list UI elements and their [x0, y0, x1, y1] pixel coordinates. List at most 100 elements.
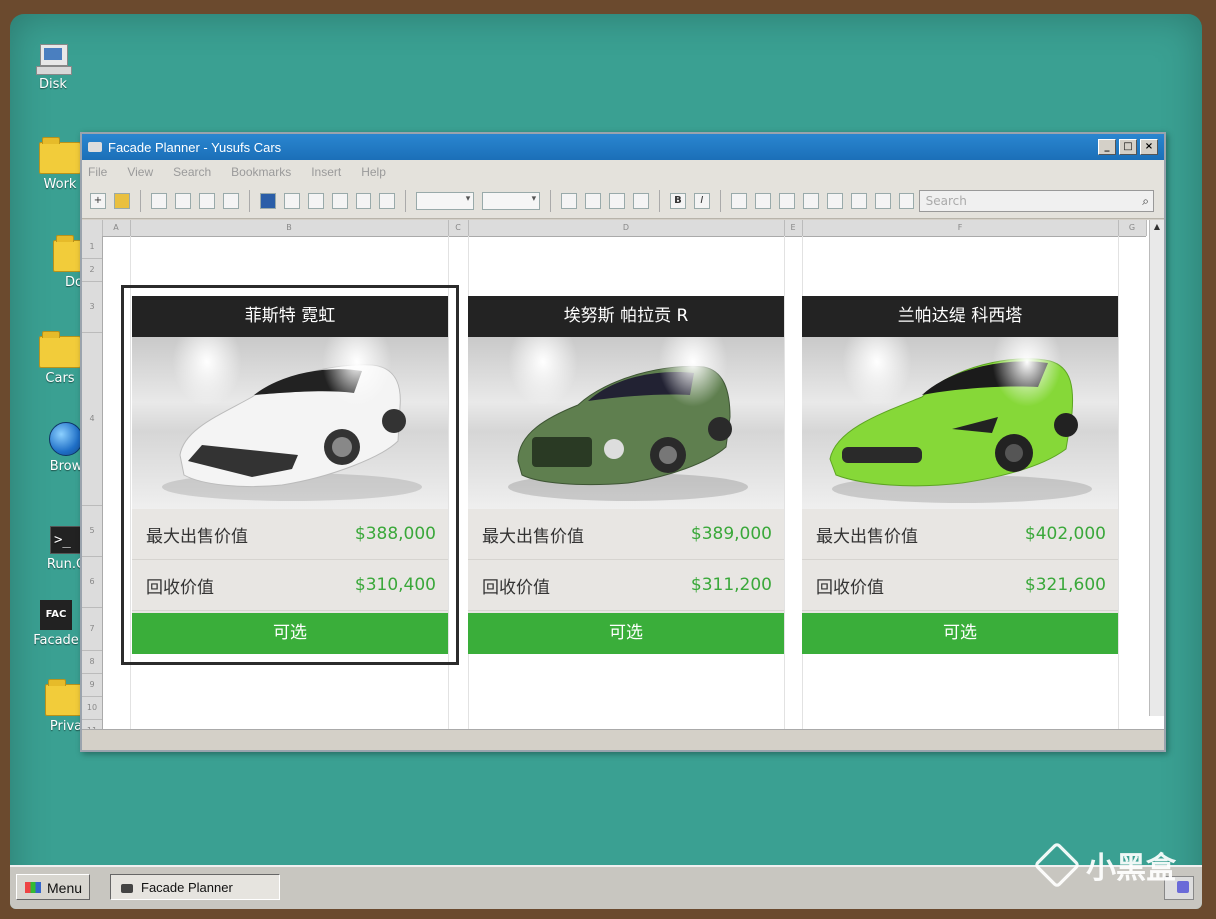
align-right-icon[interactable] [778, 193, 795, 209]
corner-cell [82, 220, 103, 236]
row-header[interactable]: 2 [82, 259, 102, 282]
image-icon[interactable] [198, 193, 215, 209]
row-header[interactable]: 6 [82, 557, 102, 608]
row-header[interactable]: 10 [82, 697, 102, 720]
menu-insert[interactable]: Insert [311, 165, 341, 179]
menu-bookmarks[interactable]: Bookmarks [231, 165, 291, 179]
max-sale-value: $389,000 [690, 524, 772, 544]
paste-icon[interactable] [222, 193, 239, 209]
resale-row: 回收价值 $310,400 [132, 560, 448, 611]
layout-add-icon[interactable] [307, 193, 324, 209]
align-justify-icon[interactable] [802, 193, 819, 209]
car-card-3[interactable]: 兰帕达缇 科西塔 最大出售价值 $402,000 回收价值 $321,600 可… [802, 296, 1118, 654]
row-header[interactable]: 7 [82, 608, 102, 651]
computer-icon [36, 44, 72, 75]
watermark: 小黑盒 [1033, 841, 1176, 889]
globe-icon [49, 422, 83, 456]
resale-label: 回收价值 [482, 577, 550, 598]
menu-file[interactable]: File [88, 165, 107, 179]
menu-bar: File View Search Bookmarks Insert Help [82, 160, 1164, 184]
border-box-icon[interactable] [609, 193, 625, 209]
border-icon[interactable] [561, 193, 578, 209]
select-button[interactable]: 可选 [802, 613, 1118, 654]
window-titlebar[interactable]: Facade Planner - Yusufs Cars _ □ × [82, 134, 1164, 160]
italic-icon[interactable]: I [693, 193, 710, 209]
menu-logo-icon [25, 882, 41, 893]
text-color-icon[interactable] [632, 193, 649, 209]
close-button[interactable]: × [1140, 139, 1158, 155]
save-icon[interactable] [113, 193, 130, 209]
toolbar: + B I [82, 184, 1164, 219]
desktop-icon-label: Disk [39, 77, 67, 92]
layout-split-icon[interactable] [283, 193, 300, 209]
search-icon[interactable]: ⌕ [1142, 194, 1149, 209]
minimize-button[interactable]: _ [1098, 139, 1116, 155]
select-button[interactable]: 可选 [132, 613, 448, 654]
copy-icon[interactable] [174, 193, 191, 209]
column-header[interactable]: B [130, 220, 449, 236]
car-name: 菲斯特 霓虹 [132, 296, 448, 337]
desktop: Disk Work Do Cars Brow >_ Run.C FAC Faca… [10, 14, 1202, 909]
new-icon[interactable]: + [90, 193, 106, 209]
menu-help[interactable]: Help [361, 165, 386, 179]
list-right-icon[interactable] [898, 193, 915, 209]
column-header[interactable]: A [102, 220, 131, 236]
document-icon[interactable] [150, 193, 167, 209]
column-header[interactable]: D [468, 220, 785, 236]
grid-line [1118, 236, 1119, 730]
column-header[interactable]: E [784, 220, 803, 236]
layout-icon[interactable] [259, 193, 276, 209]
row-header[interactable]: 3 [82, 282, 102, 333]
car-card-2[interactable]: 埃努斯 帕拉贡 R 最大出售价值 $389,000 回收价值 $311,200 … [468, 296, 784, 654]
desktop-icon-label: Facade [33, 633, 79, 648]
window-title: Facade Planner - Yusufs Cars [108, 139, 282, 155]
max-sale-value: $388,000 [354, 524, 436, 544]
max-sale-label: 最大出售价值 [816, 526, 918, 547]
bold-icon[interactable]: B [669, 193, 686, 209]
row-header[interactable]: 1 [82, 236, 102, 259]
start-menu-button[interactable]: Menu [16, 874, 90, 900]
font-style-dropdown[interactable] [482, 192, 541, 210]
menu-view[interactable]: View [127, 165, 153, 179]
menu-search[interactable]: Search [173, 165, 211, 179]
column-header[interactable]: G [1118, 220, 1147, 236]
watermark-text: 小黑盒 [1086, 851, 1176, 886]
search-input[interactable]: Search ⌕ [918, 190, 1154, 212]
indent-icon[interactable] [826, 193, 843, 209]
column-header[interactable]: F [802, 220, 1119, 236]
row-header[interactable]: 5 [82, 506, 102, 557]
maximize-button[interactable]: □ [1119, 139, 1137, 155]
folder-icon [39, 331, 81, 368]
desktop-icon-disk[interactable]: Disk [13, 44, 93, 92]
scroll-up-icon[interactable]: ▲ [1150, 220, 1164, 234]
list-center-icon[interactable] [874, 193, 891, 209]
tray-icon[interactable] [1177, 881, 1189, 893]
car-name: 埃努斯 帕拉贡 R [468, 296, 784, 337]
taskbar-item-facade-planner[interactable]: Facade Planner [110, 874, 280, 900]
column-header[interactable]: C [448, 220, 469, 236]
car-image [468, 337, 784, 509]
desktop-icon-label: Priva [49, 719, 83, 734]
app-icon [88, 142, 102, 152]
select-button[interactable]: 可选 [468, 613, 784, 654]
row-header[interactable]: 9 [82, 674, 102, 697]
row-header[interactable]: 4 [82, 333, 102, 506]
vertical-scrollbar[interactable]: ▲ [1149, 220, 1164, 716]
font-size-dropdown[interactable] [416, 192, 475, 210]
border-top-icon[interactable] [585, 193, 602, 209]
list-icon[interactable] [850, 193, 867, 209]
resale-value: $311,200 [690, 575, 772, 595]
car-name: 兰帕达缇 科西塔 [802, 296, 1118, 337]
resale-row: 回收价值 $311,200 [468, 560, 784, 611]
align-center-icon[interactable] [754, 193, 771, 209]
row-header[interactable]: 8 [82, 651, 102, 674]
car-card-1[interactable]: 菲斯特 霓虹 最大出售价值 $388,000 回收价值 $310,400 可选 [121, 285, 459, 665]
facade-planner-window: Facade Planner - Yusufs Cars _ □ × File … [80, 132, 1166, 752]
grid-line [130, 236, 131, 730]
layout-row-icon[interactable] [355, 193, 372, 209]
car-image [802, 337, 1118, 509]
column-header-bar: A B C D E F G [82, 220, 1147, 237]
layout-delete-icon[interactable] [379, 193, 396, 209]
layout-top-icon[interactable] [331, 193, 348, 209]
align-left-icon[interactable] [730, 193, 747, 209]
